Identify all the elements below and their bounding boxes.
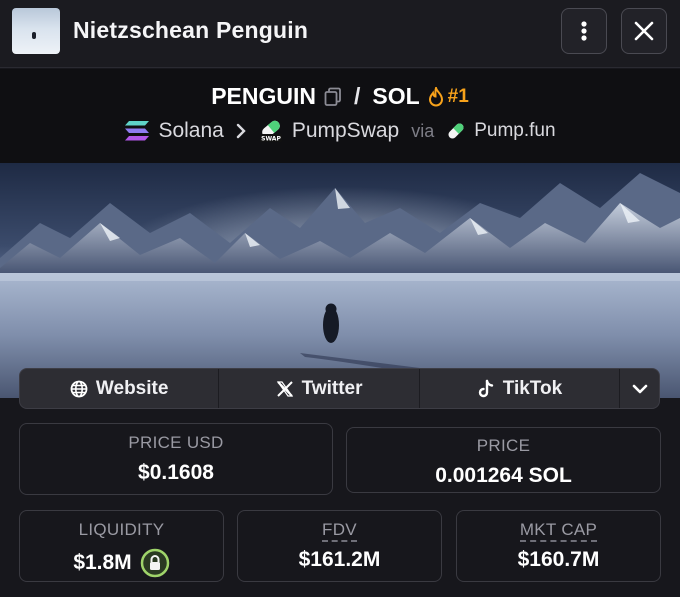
flame-icon [428, 86, 443, 106]
pumpswap-icon: SWAP [259, 120, 282, 143]
fdv-label[interactable]: FDV [322, 520, 357, 542]
chevron-down-icon [632, 384, 647, 393]
x-icon [276, 380, 293, 397]
liquidity-label: LIQUIDITY [78, 520, 165, 539]
twitter-link[interactable]: Twitter [219, 369, 420, 408]
market-cap-label[interactable]: MKT CAP [519, 520, 598, 542]
price-usd-card: PRICE USD $0.1608 [19, 423, 333, 495]
base-symbol: PENGUIN [211, 83, 316, 109]
price-usd-label: PRICE USD [128, 433, 224, 452]
svg-text:SWAP: SWAP [261, 136, 281, 143]
price-usd-value: $0.1608 [138, 461, 214, 484]
close-icon [634, 21, 654, 41]
liquidity-card: LIQUIDITY $1.8M [19, 510, 224, 582]
solana-icon [125, 121, 150, 141]
lock-icon[interactable] [140, 548, 170, 578]
market-cap-value: $160.7M [517, 548, 600, 571]
website-label: Website [95, 377, 169, 399]
more-links-dropdown[interactable] [620, 369, 659, 408]
globe-icon [70, 380, 88, 397]
liquidity-value: $1.8M [73, 551, 132, 574]
market-cap-card: MKT CAP $160.7M [456, 510, 661, 582]
website-link[interactable]: Website [20, 369, 220, 408]
token-banner-image [0, 163, 680, 398]
quote-symbol: SOL [372, 83, 420, 109]
fdv-value: $161.2M [298, 548, 381, 571]
fdv-card: FDV $161.2M [237, 510, 442, 582]
tiktok-link[interactable]: TikTok [420, 369, 621, 408]
more-button[interactable] [561, 8, 607, 54]
price-native-label: PRICE [476, 436, 531, 455]
pill-icon [448, 123, 464, 139]
pair-separator: / [353, 83, 361, 109]
price-native-value: 0.001264 SOL [435, 464, 572, 487]
copy-icon[interactable] [324, 87, 342, 107]
token-thumbnail [12, 8, 60, 54]
dex-name[interactable]: PumpSwap [292, 119, 399, 143]
header-bar: Nietzschean Penguin [0, 0, 680, 68]
launchpad-name[interactable]: Pump.fun [474, 120, 555, 142]
tiktok-icon [478, 379, 493, 397]
price-native-card: PRICE 0.001264 SOL [346, 427, 661, 493]
pair-info: PENGUIN / SOL #1 Solana SWAP PumpSwap vi… [0, 69, 680, 163]
trending-rank[interactable]: #1 [428, 86, 469, 108]
tiktok-label: TikTok [502, 377, 563, 399]
close-button[interactable] [621, 8, 667, 54]
social-links: Website Twitter TikTok [19, 368, 660, 409]
chevron-right-icon [236, 123, 246, 139]
token-title: Nietzschean Penguin [73, 17, 309, 43]
via-label: via [411, 120, 435, 141]
twitter-label: Twitter [301, 377, 363, 399]
more-vertical-icon [581, 21, 587, 41]
chain-name[interactable]: Solana [158, 119, 223, 143]
rank-label: #1 [447, 85, 469, 107]
